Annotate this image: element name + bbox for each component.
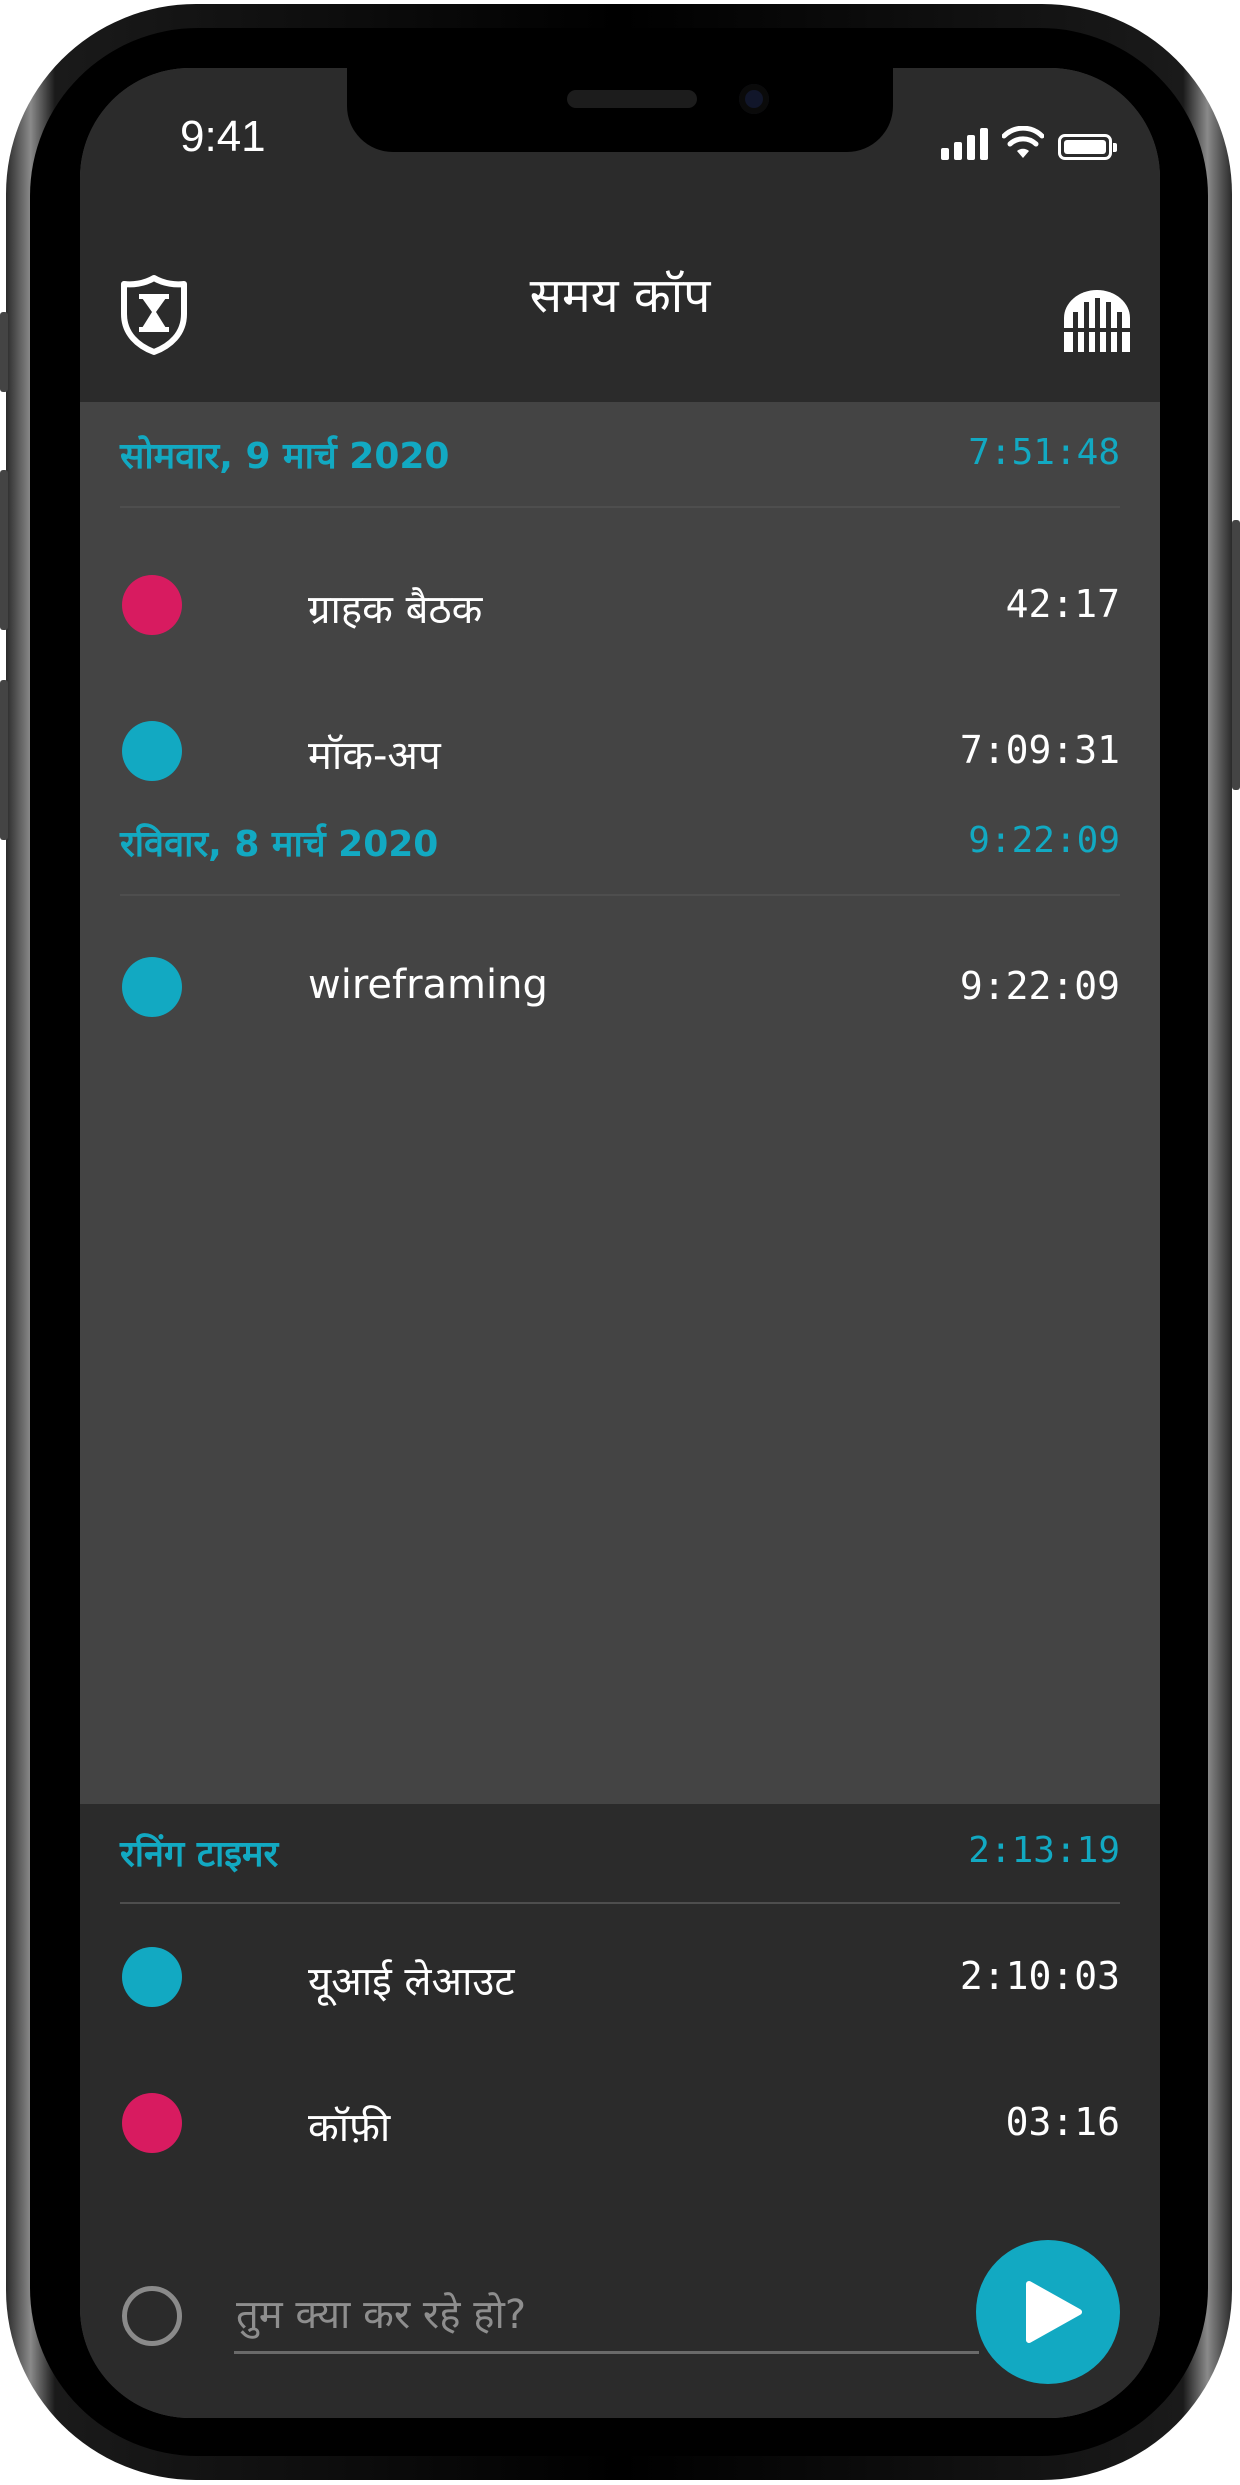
gate-icon[interactable] — [1062, 288, 1132, 352]
running-timers-panel: रनिंग टाइमर 2:13:19 यूआई लेआउट 2:10:03 क… — [80, 1804, 1160, 2418]
entries-list: सोमवार, 9 मार्च 2020 7:51:48 ग्राहक बैठक… — [80, 402, 1160, 1060]
project-color-dot — [122, 2093, 182, 2153]
power-button — [1232, 520, 1240, 790]
entry-time: 9:22:09 — [959, 964, 1120, 1008]
speaker — [567, 90, 697, 108]
project-color-dot — [122, 1947, 182, 2007]
play-icon — [1026, 2281, 1082, 2343]
entry-name: wireframing — [308, 962, 548, 1008]
app-title: समय कॉप — [529, 268, 711, 324]
entry-time: 03:16 — [1005, 2100, 1120, 2144]
new-task-row — [120, 2224, 1120, 2384]
day-label: रविवार, 8 मार्च 2020 — [120, 824, 439, 865]
entry-time: 7:09:31 — [959, 728, 1120, 772]
notch — [347, 68, 893, 152]
entry-name: कॉफ़ी — [308, 2105, 391, 2151]
running-label: रनिंग टाइमर — [120, 1834, 279, 1875]
running-total: 2:13:19 — [968, 1830, 1120, 1871]
camera — [739, 84, 769, 114]
entry-name: ग्राहक बैठक — [308, 587, 483, 633]
start-timer-button[interactable] — [976, 2240, 1120, 2384]
status-bar: 9:41 — [80, 68, 1160, 210]
mute-switch — [0, 312, 8, 392]
signal-icon — [941, 126, 988, 160]
day-header: सोमवार, 9 मार्च 2020 7:51:48 — [120, 402, 1120, 508]
day-total: 9:22:09 — [968, 820, 1120, 861]
entry-time: 2:10:03 — [959, 1954, 1120, 1998]
project-picker[interactable] — [122, 2286, 182, 2346]
task-input[interactable] — [234, 2284, 979, 2354]
status-time: 9:41 — [180, 112, 266, 161]
running-header: रनिंग टाइमर 2:13:19 — [120, 1804, 1120, 1904]
app-header: समय कॉप — [80, 210, 1160, 402]
day-label: सोमवार, 9 मार्च 2020 — [120, 436, 450, 477]
list-item[interactable]: कॉफ़ी 03:16 — [120, 2050, 1120, 2196]
entry-name: मॉक-अप — [308, 733, 441, 779]
status-icons — [941, 120, 1117, 160]
wifi-icon — [1002, 126, 1044, 158]
list-item[interactable]: wireframing 9:22:09 — [120, 914, 1120, 1060]
volume-down-button — [0, 680, 8, 840]
project-color-dot — [122, 957, 182, 1017]
list-item[interactable]: यूआई लेआउट 2:10:03 — [120, 1904, 1120, 2050]
entry-time: 42:17 — [1005, 582, 1120, 626]
project-color-dot — [122, 575, 182, 635]
phone-screen: 9:41 समय कॉप सोमवार, 9 मार्च 2020 7:51:4… — [80, 68, 1160, 2418]
day-total: 7:51:48 — [968, 432, 1120, 473]
list-item[interactable]: ग्राहक बैठक 42:17 — [120, 532, 1120, 678]
project-color-dot — [122, 721, 182, 781]
entry-name: यूआई लेआउट — [308, 1959, 515, 2005]
day-header: रविवार, 8 मार्च 2020 9:22:09 — [120, 790, 1120, 896]
volume-up-button — [0, 470, 8, 630]
battery-icon — [1058, 134, 1117, 160]
